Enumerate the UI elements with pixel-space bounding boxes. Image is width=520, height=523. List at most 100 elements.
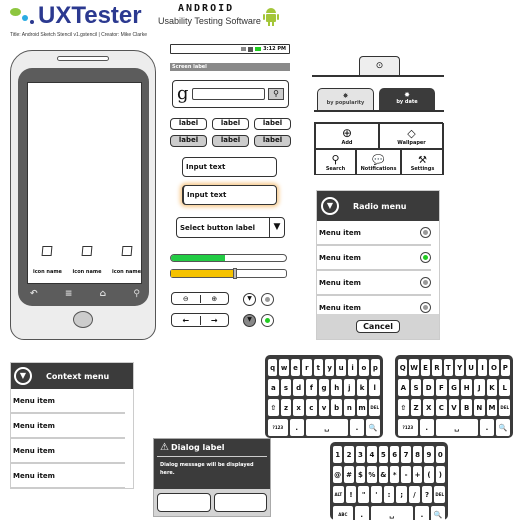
key[interactable]: ABC: [333, 506, 353, 523]
dropdown-circle-button[interactable]: ▼: [243, 293, 256, 306]
menu-wallpaper[interactable]: ◇ Wallpaper: [379, 123, 444, 149]
key[interactable]: c: [306, 399, 317, 416]
key[interactable]: $: [355, 466, 366, 483]
search-input[interactable]: [191, 88, 265, 100]
key[interactable]: ?123: [398, 419, 418, 436]
key[interactable]: t: [313, 359, 323, 376]
key[interactable]: .: [479, 419, 494, 436]
key[interactable]: f: [306, 379, 317, 396]
key[interactable]: 4: [367, 446, 377, 463]
select-button[interactable]: Select button label ▼: [176, 217, 285, 238]
label-button[interactable]: label: [254, 118, 291, 130]
zoom-in-icon[interactable]: ⊕: [201, 295, 229, 303]
cancel-button[interactable]: Cancel: [213, 493, 267, 512]
key[interactable]: O: [489, 359, 499, 376]
app-icon[interactable]: icon name: [112, 246, 141, 277]
seek-slider[interactable]: [170, 268, 287, 279]
key[interactable]: k: [356, 379, 368, 396]
key[interactable]: Z: [410, 399, 422, 416]
back-icon[interactable]: ↶: [30, 289, 38, 299]
key[interactable]: 8: [412, 446, 423, 463]
key[interactable]: .: [349, 419, 364, 436]
key[interactable]: 1: [332, 446, 343, 463]
arrow-right-icon[interactable]: →: [201, 316, 229, 325]
label-button[interactable]: label: [212, 118, 249, 130]
key[interactable]: !: [345, 486, 357, 503]
key[interactable]: l: [369, 379, 381, 396]
key[interactable]: .: [354, 506, 369, 523]
key[interactable]: 0: [435, 446, 446, 463]
key[interactable]: d: [293, 379, 304, 396]
key[interactable]: K: [486, 379, 498, 396]
label-button-pressed[interactable]: label: [170, 135, 207, 147]
key[interactable]: 6: [390, 446, 400, 463]
key[interactable]: S: [410, 379, 422, 396]
key[interactable]: n: [344, 399, 355, 416]
key[interactable]: x: [293, 399, 304, 416]
cancel-button[interactable]: Cancel: [356, 320, 400, 333]
app-icon[interactable]: icon name: [73, 246, 101, 277]
key[interactable]: (: [424, 466, 434, 483]
key[interactable]: 🔍: [365, 419, 380, 436]
slider-thumb[interactable]: [233, 268, 238, 279]
radio-on[interactable]: [261, 314, 274, 327]
key[interactable]: e: [290, 359, 301, 376]
key[interactable]: DEL: [434, 486, 446, 503]
menu-add[interactable]: ⊕ Add: [315, 123, 379, 149]
menu-item[interactable]: Menu item: [317, 246, 431, 271]
key[interactable]: 5: [378, 446, 388, 463]
dropdown-circle-button-pressed[interactable]: ▼: [243, 314, 256, 327]
key[interactable]: DEL: [369, 399, 381, 416]
key[interactable]: ': [371, 486, 382, 503]
key[interactable]: ;: [396, 486, 408, 503]
key[interactable]: N: [474, 399, 485, 416]
key[interactable]: :: [383, 486, 395, 503]
key[interactable]: ?: [421, 486, 433, 503]
key[interactable]: s: [280, 379, 292, 396]
key[interactable]: b: [331, 399, 343, 416]
key[interactable]: B: [461, 399, 473, 416]
key[interactable]: U: [466, 359, 476, 376]
key[interactable]: V: [448, 399, 460, 416]
menu-item[interactable]: Menu item: [11, 464, 125, 489]
key[interactable]: @: [332, 466, 343, 483]
key[interactable]: +: [412, 466, 423, 483]
key[interactable]: -: [401, 466, 411, 483]
menu-item[interactable]: Menu item: [11, 414, 125, 439]
ok-button[interactable]: OK: [157, 493, 211, 512]
key[interactable]: F: [436, 379, 447, 396]
radio-off[interactable]: [261, 293, 274, 306]
key[interactable]: A: [397, 379, 409, 396]
label-button-pressed[interactable]: label: [212, 135, 249, 147]
key[interactable]: 7: [401, 446, 411, 463]
key[interactable]: ␣: [435, 419, 478, 436]
key[interactable]: R: [432, 359, 442, 376]
menu-item[interactable]: Menu item: [11, 439, 125, 464]
key[interactable]: ␣: [370, 506, 413, 523]
trackball-button[interactable]: [73, 311, 93, 328]
key[interactable]: 3: [355, 446, 366, 463]
text-input[interactable]: Input text: [182, 157, 277, 177]
key[interactable]: r: [302, 359, 312, 376]
key[interactable]: j: [344, 379, 355, 396]
menu-item[interactable]: Menu item: [11, 389, 125, 414]
menu-search[interactable]: ⚲ Search: [315, 149, 356, 175]
radio-unselected[interactable]: [420, 227, 431, 238]
key[interactable]: X: [423, 399, 434, 416]
key[interactable]: 2: [344, 446, 354, 463]
key[interactable]: Q: [397, 359, 408, 376]
radio-unselected[interactable]: [420, 277, 431, 288]
key[interactable]: ⇧: [267, 399, 279, 416]
key[interactable]: o: [359, 359, 369, 376]
key[interactable]: W: [409, 359, 419, 376]
tab-by-popularity[interactable]: ✸ by popularity: [317, 88, 374, 110]
key[interactable]: y: [325, 359, 335, 376]
text-input-focused[interactable]: Input text: [182, 185, 277, 205]
key[interactable]: Y: [455, 359, 465, 376]
key[interactable]: *: [390, 466, 400, 483]
arrow-left-icon[interactable]: ←: [172, 315, 201, 325]
menu-icon[interactable]: ≡: [65, 289, 73, 299]
key[interactable]: ?123: [268, 419, 288, 436]
key[interactable]: z: [280, 399, 292, 416]
key[interactable]: L: [499, 379, 511, 396]
